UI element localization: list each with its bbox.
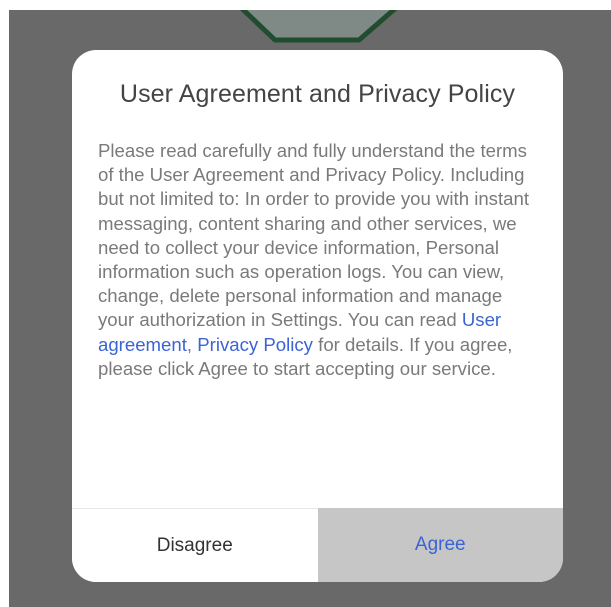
link-separator: ,: [186, 333, 198, 355]
body-intro-text: Please read carefully and fully understa…: [98, 140, 529, 331]
dialog-body: Please read carefully and fully understa…: [98, 139, 543, 381]
agree-button[interactable]: Agree: [317, 508, 563, 582]
privacy-dialog: User Agreement and Privacy Policy Please…: [72, 50, 563, 582]
privacy-policy-link[interactable]: Privacy Policy: [197, 334, 313, 355]
dialog-title: User Agreement and Privacy Policy: [119, 80, 516, 108]
disagree-button[interactable]: Disagree: [72, 508, 318, 582]
screen-overlay: User Agreement and Privacy Policy Please…: [9, 10, 611, 607]
dialog-button-row: Disagree Agree: [72, 508, 563, 582]
